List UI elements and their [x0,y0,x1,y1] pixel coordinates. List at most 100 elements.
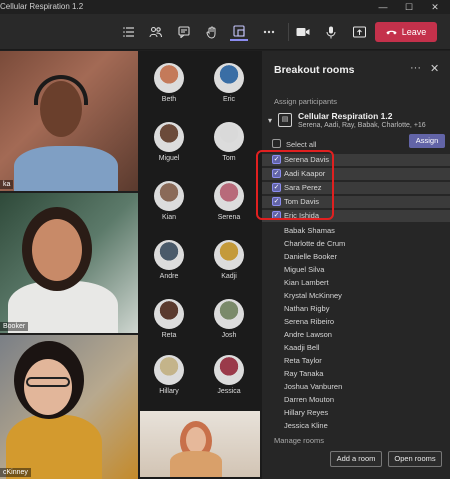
video-tile-1[interactable]: ka [0,51,138,191]
room-members: Serena, Aadi, Ray, Babak, Charlotte, +16 [298,122,426,129]
participant-row[interactable]: Reta Taylor [262,355,450,367]
participant-name: Andre Lawson [284,330,332,339]
participant-row[interactable]: Hillary Reyes [262,407,450,419]
more-options-icon[interactable]: ··· [410,62,421,74]
participant-row[interactable]: Danielle Booker [262,251,450,263]
avatar[interactable] [214,240,244,270]
participant-name: Jessica Kline [284,421,328,430]
room-icon: ▤ [278,113,292,127]
participant-name: Kian Lambert [284,278,329,287]
breakout-rooms-panel: Breakout rooms ··· ✕ Assign participants… [262,51,450,479]
participant-row[interactable]: Joshua Vanburen [262,381,450,393]
avatar[interactable] [214,355,244,385]
participant-figure [14,146,118,191]
maximize-button[interactable]: ☐ [398,0,420,14]
meeting-toolbar: Leave [0,14,450,50]
assign-participants-label: Assign participants [274,97,337,106]
room-row[interactable]: ▾ ▤ Cellular Respiration 1.2 Serena, Aad… [268,109,444,135]
title-bar: Cellular Respiration 1.2 — ☐ ✕ [0,0,450,14]
toolbar-divider [288,23,289,41]
participant-row[interactable]: Ray Tanaka [262,368,450,380]
more-icon[interactable] [260,23,278,41]
participant-row[interactable]: Kian Lambert [262,277,450,289]
list-icon[interactable] [120,23,138,41]
avatar[interactable] [214,181,244,211]
video-tile-3[interactable]: cKinney [0,335,138,479]
leave-label: Leave [401,27,427,37]
participant-row[interactable]: Nathan Rigby [262,303,450,315]
participant-name: Krystal McKinney [284,291,342,300]
minimize-button[interactable]: — [372,0,394,14]
participant-row[interactable]: Serena Ribeiro [262,316,450,328]
room-name: Cellular Respiration 1.2 [298,111,393,121]
video-name-label: Booker [0,322,29,331]
breakout-rooms-icon[interactable] [230,23,248,41]
avatar[interactable] [214,299,244,329]
mic-icon[interactable] [322,23,340,41]
avatar[interactable] [154,63,184,93]
participant-row[interactable]: Darren Mouton [262,394,450,406]
avatar[interactable] [154,122,184,152]
participant-name: Danielle Booker [284,252,337,261]
open-rooms-button[interactable]: Open rooms [388,451,442,467]
avatar-name: Reta [161,332,177,339]
participant-face [186,427,206,453]
avatar[interactable] [154,181,184,211]
close-icon[interactable]: ✕ [430,62,439,75]
participant-row[interactable]: Krystal McKinney [262,290,450,302]
chevron-down-icon[interactable]: ▾ [268,116,272,125]
avatar-name: Jessica [217,388,241,395]
participant-name: Ray Tanaka [284,369,324,378]
headset-icon [34,75,88,105]
share-icon[interactable] [350,23,368,41]
avatar[interactable] [214,63,244,93]
avatar[interactable] [154,299,184,329]
avatar-name: Eric [222,96,236,103]
participant-row[interactable]: Babak Shamas [262,225,450,237]
participant-row[interactable]: Jessica Kline [262,420,450,432]
camera-icon[interactable] [294,23,312,41]
avatar[interactable] [154,240,184,270]
manage-rooms-label: Manage rooms [274,436,325,445]
phone-hangup-icon [386,30,397,35]
avatar-name: Andre [159,273,179,280]
participant-name: Charlotte de Crum [284,239,346,248]
avatar[interactable] [214,122,244,152]
panel-title: Breakout rooms [274,64,355,76]
participant-name: Hillary Reyes [284,408,329,417]
participant-name: Reta Taylor [284,356,322,365]
assign-button[interactable]: Assign [409,134,445,148]
participant-row[interactable]: Andre Lawson [262,329,450,341]
leave-button[interactable]: Leave [375,22,437,42]
avatar-name: Hillary [159,388,179,395]
participant-figure [170,451,222,477]
participant-name: Babak Shamas [284,226,335,235]
avatar-name: Josh [221,332,237,339]
video-thumbnail[interactable] [140,411,260,477]
participant-row[interactable]: Miguel Silva [262,264,450,276]
participant-name: Joshua Vanburen [284,382,343,391]
avatar-name: Kadji [221,273,237,280]
participant-face [32,219,82,281]
participant-row[interactable]: Charlotte de Crum [262,238,450,250]
participant-name: Darren Mouton [284,395,335,404]
participant-name: Serena Ribeiro [284,317,335,326]
people-icon[interactable] [146,23,164,41]
avatar[interactable] [154,355,184,385]
glasses-icon [26,377,70,387]
participant-name: Kaadji Bell [284,343,320,352]
participant-row[interactable]: Kaadji Bell [262,342,450,354]
participant-name: Nathan Rigby [284,304,330,313]
video-name-label: ka [0,180,14,189]
chat-icon[interactable] [175,23,193,41]
participant-name: Miguel Silva [284,265,325,274]
add-room-button[interactable]: Add a room [330,451,382,467]
participant-face [24,359,72,415]
avatar-name: Miguel [158,155,180,162]
window-title: Cellular Respiration 1.2 [0,2,84,11]
raise-hand-icon[interactable] [203,23,221,41]
video-tile-2[interactable]: Booker [0,193,138,333]
avatar-name: Kian [161,214,176,221]
close-window-button[interactable]: ✕ [424,0,446,14]
select-all-checkbox[interactable] [272,139,281,148]
